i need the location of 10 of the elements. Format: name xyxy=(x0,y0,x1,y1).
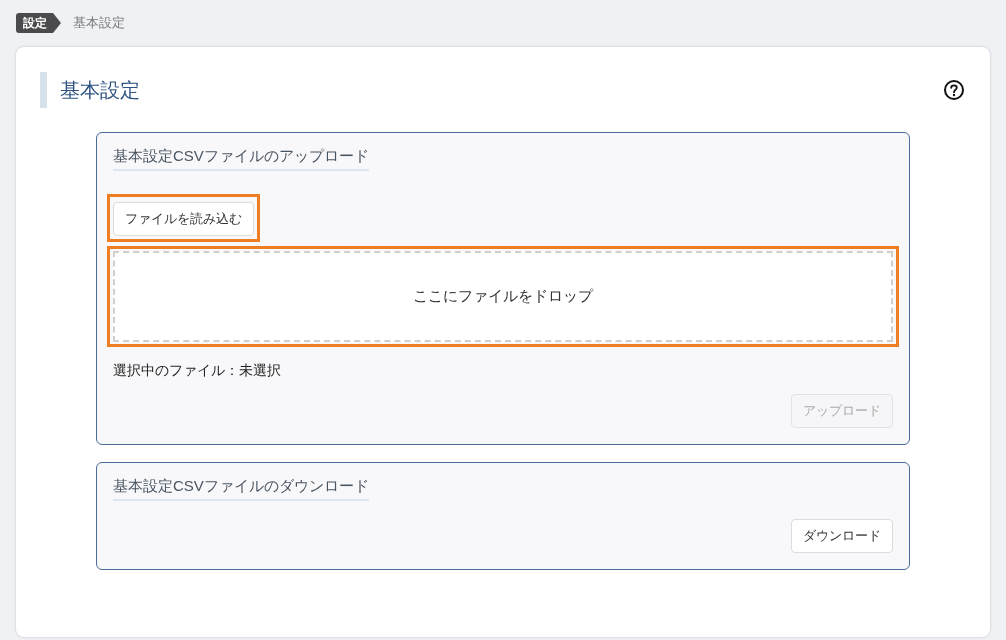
breadcrumb-current: 基本設定 xyxy=(73,14,125,32)
help-icon[interactable] xyxy=(944,80,964,100)
page-title: 基本設定 xyxy=(40,72,140,108)
section-title: 基本設定CSVファイルのダウンロード xyxy=(113,475,369,501)
selected-file-text: 選択中のファイル：未選択 xyxy=(113,361,282,379)
breadcrumb-link[interactable]: 設定 xyxy=(16,13,61,33)
section-title: 基本設定CSVファイルのアップロード xyxy=(113,145,369,171)
file-select-button[interactable]: ファイルを読み込む xyxy=(113,202,254,236)
file-drop-zone[interactable]: ここにファイルをドロップ xyxy=(113,251,893,342)
download-button[interactable]: ダウンロード xyxy=(791,519,893,553)
